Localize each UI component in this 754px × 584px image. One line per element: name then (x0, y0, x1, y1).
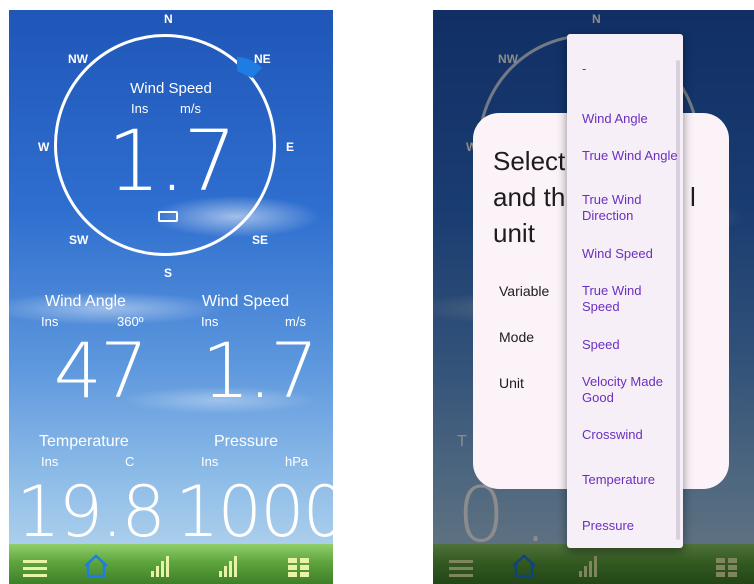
tile-wind-speed-title[interactable]: Wind Speed (202, 293, 289, 311)
compass-sw: SW (69, 233, 89, 247)
dropdown-item-true-wind-speed[interactable]: True Wind Speed (582, 283, 678, 315)
variable-dropdown-menu[interactable]: - Wind Angle True Wind Angle True Wind D… (567, 34, 683, 548)
signal-bars-icon[interactable] (151, 556, 171, 578)
compass-nw: NW (68, 52, 88, 66)
left-phone-screen: N NE E SE S SW W NW Wind Speed Ins m/s 1… (9, 10, 333, 584)
compass-value: 1.7 (107, 112, 237, 210)
compass-e: E (286, 140, 295, 154)
dropdown-item-pressure[interactable]: Pressure (582, 518, 678, 534)
bottom-nav (9, 548, 333, 584)
compass-ne: NE (254, 52, 271, 66)
dropdown-item-crosswind[interactable]: Crosswind (582, 427, 678, 443)
compass-w: W (38, 140, 50, 154)
dropdown-item-speed[interactable]: Speed (582, 337, 678, 353)
dropdown-item-true-wind-direction[interactable]: True Wind Direction (582, 192, 678, 224)
dropdown-item-velocity-made-good[interactable]: Velocity Made Good (582, 374, 678, 406)
tile-temperature-title[interactable]: Temperature (39, 433, 129, 451)
tile-temperature-mode: Ins (41, 454, 59, 469)
mode-label: Mode (499, 329, 535, 345)
signal-bars-icon-2[interactable] (219, 556, 239, 578)
dropdown-item-temperature[interactable]: Temperature (582, 472, 678, 488)
compass-title: Wind Speed (130, 80, 212, 97)
tile-temperature-unit: C (125, 454, 135, 469)
home-icon[interactable] (82, 554, 110, 578)
battery-icon (158, 211, 178, 222)
tile-temperature-value[interactable]: 19.8 (15, 472, 166, 552)
unit-label: Unit (499, 375, 524, 391)
right-phone-screen: N NW W T 0.0 Select and th unit l Variab… (433, 10, 754, 584)
grid-icon[interactable] (288, 558, 310, 578)
compass-se: SE (252, 233, 269, 247)
dropdown-item-wind-angle[interactable]: Wind Angle (582, 111, 678, 127)
dialog-title-line1: Select (493, 146, 566, 176)
dropdown-item-none[interactable]: - (582, 61, 678, 77)
tile-pressure-mode: Ins (201, 454, 219, 469)
variable-label: Variable (499, 283, 550, 299)
tile-wind-angle-title[interactable]: Wind Angle (45, 293, 126, 311)
menu-icon[interactable] (23, 558, 49, 578)
tile-pressure-value[interactable]: 1000 (175, 472, 333, 552)
tile-wind-speed-value[interactable]: 1.7 (189, 328, 329, 414)
dropdown-item-true-wind-angle[interactable]: True Wind Angle (582, 148, 678, 164)
tile-wind-angle-value[interactable]: 47 (35, 328, 165, 414)
compass-n: N (164, 12, 173, 26)
tile-pressure-title[interactable]: Pressure (214, 433, 278, 451)
dialog-title-tail: l (690, 182, 696, 212)
compass-s: S (164, 266, 173, 280)
dialog-title-line3: unit (493, 218, 535, 248)
dialog-title-line2: and th (493, 182, 566, 212)
tile-pressure-unit: hPa (285, 454, 309, 469)
dropdown-item-wind-speed[interactable]: Wind Speed (582, 246, 678, 262)
